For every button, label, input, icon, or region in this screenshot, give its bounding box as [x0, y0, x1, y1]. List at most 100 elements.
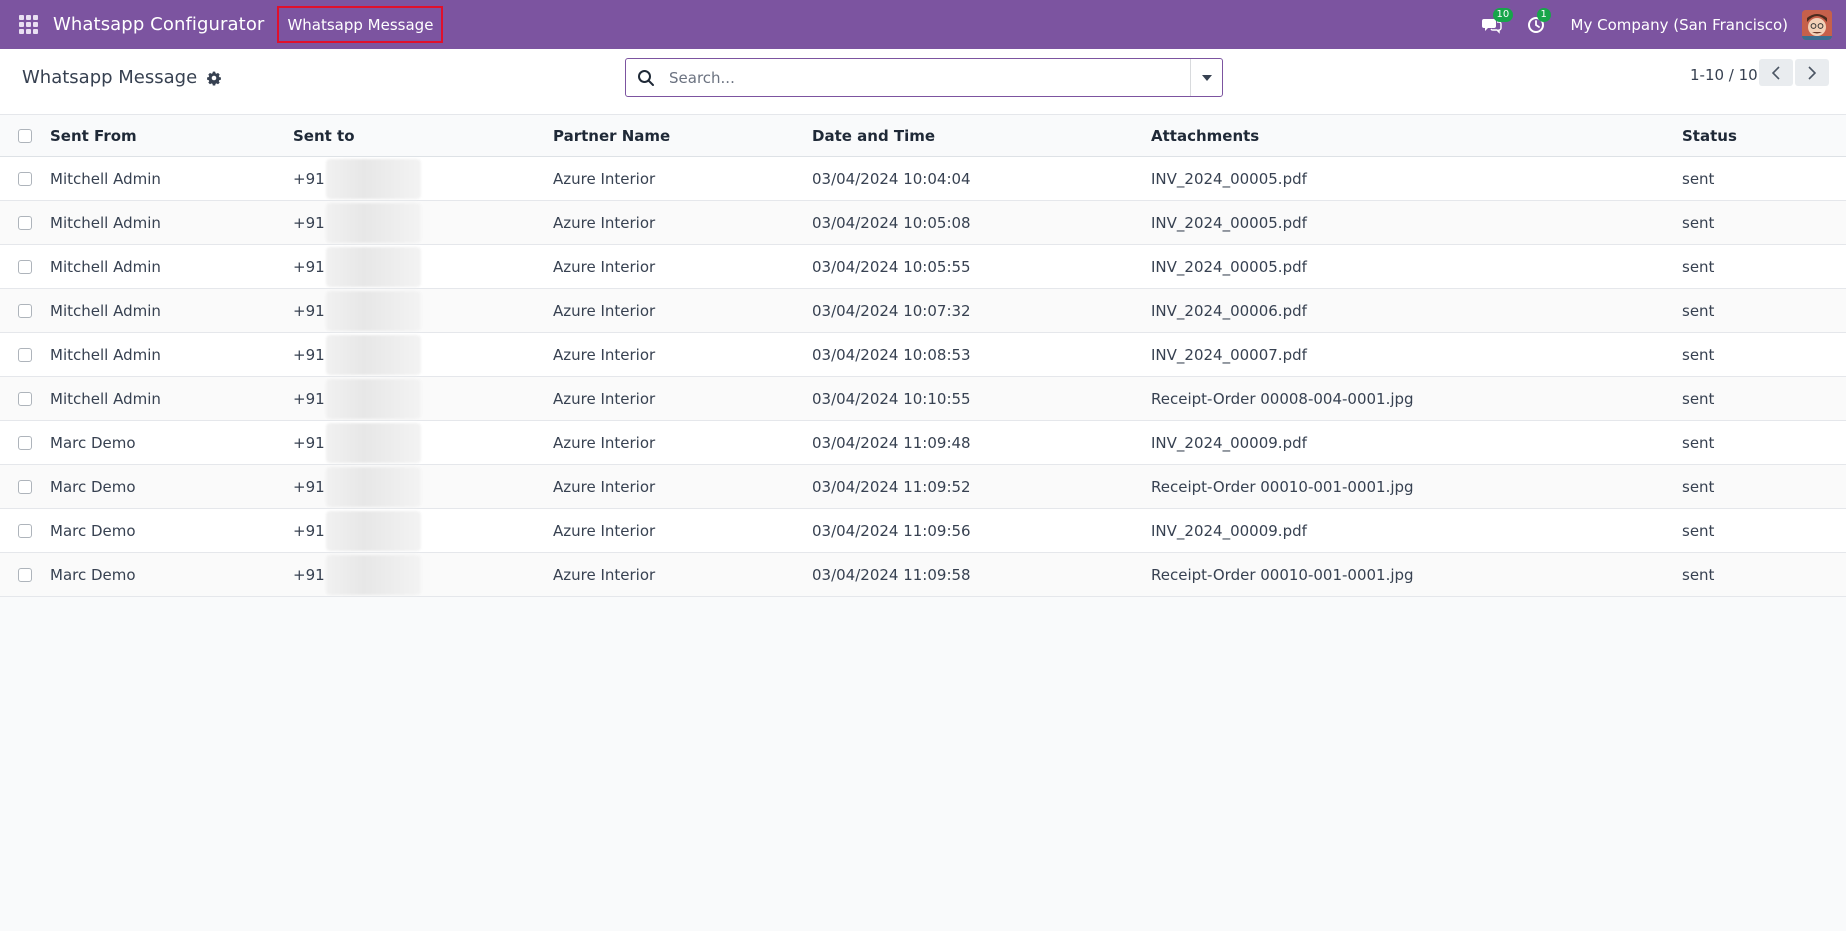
search-options-toggle[interactable] — [1190, 59, 1222, 96]
cell-sent-from: Marc Demo — [50, 565, 136, 584]
table-row[interactable]: Marc Demo +91 Azure Interior 03/04/2024 11:… — [0, 553, 1846, 597]
pager-value[interactable]: 1-10 / 10 — [1690, 66, 1758, 84]
cell-status: sent — [1682, 345, 1715, 364]
cell-sent-to: +91 — [293, 553, 421, 596]
cell-sent-from: Mitchell Admin — [50, 213, 161, 232]
redacted-number — [325, 290, 421, 331]
cell-sent-to: +91 — [293, 421, 421, 464]
cell-attachment: INV_2024_00005.pdf — [1151, 169, 1307, 188]
app-title[interactable]: Whatsapp Configurator — [53, 14, 264, 35]
cell-sent-from: Marc Demo — [50, 433, 136, 452]
select-all-checkbox[interactable] — [18, 128, 32, 143]
row-checkbox[interactable] — [18, 479, 32, 494]
cell-partner-name: Azure Interior — [553, 565, 656, 584]
search-icon — [638, 69, 654, 86]
cell-date-time: 03/04/2024 10:05:55 — [812, 257, 971, 276]
cell-sent-from: Marc Demo — [50, 477, 136, 496]
cell-status: sent — [1682, 213, 1715, 232]
table-row[interactable]: Mitchell Admin +91 Azure Interior 03/04/202… — [0, 245, 1846, 289]
redacted-number — [325, 158, 421, 199]
column-header-sent-to[interactable]: Sent to — [293, 115, 355, 156]
table-row[interactable]: Mitchell Admin +91 Azure Interior 03/04/202… — [0, 289, 1846, 333]
phone-prefix: +91 — [293, 257, 325, 276]
cell-partner-name: Azure Interior — [553, 521, 656, 540]
pager-next-button[interactable] — [1795, 59, 1829, 86]
cell-sent-to: +91 — [293, 333, 421, 376]
breadcrumb: Whatsapp Message — [22, 67, 222, 88]
row-checkbox[interactable] — [18, 567, 32, 582]
cell-partner-name: Azure Interior — [553, 169, 656, 188]
search-input[interactable] — [667, 62, 1190, 93]
cell-attachment: INV_2024_00009.pdf — [1151, 521, 1307, 540]
apps-menu-icon[interactable] — [19, 14, 39, 35]
phone-prefix: +91 — [293, 389, 325, 408]
row-checkbox[interactable] — [18, 391, 32, 406]
cell-date-time: 03/04/2024 10:08:53 — [812, 345, 971, 364]
redacted-number — [325, 202, 421, 243]
redacted-number — [325, 466, 421, 507]
row-checkbox[interactable] — [18, 523, 32, 538]
column-header-partner-name[interactable]: Partner Name — [553, 115, 670, 156]
table-row[interactable]: Marc Demo +91 Azure Interior 03/04/2024 11:… — [0, 465, 1846, 509]
table-row[interactable]: Mitchell Admin +91 Azure Interior 03/04/202… — [0, 333, 1846, 377]
table-row[interactable]: Mitchell Admin +91 Azure Interior 03/04/202… — [0, 157, 1846, 201]
table-row[interactable]: Marc Demo +91 Azure Interior 03/04/2024 11:… — [0, 421, 1846, 465]
page-title: Whatsapp Message — [22, 67, 198, 88]
user-avatar[interactable] — [1802, 9, 1832, 40]
table-body: Mitchell Admin +91 Azure Interior 03/04/202… — [0, 157, 1846, 597]
table-row[interactable]: Mitchell Admin +91 Azure Interior 03/04/202… — [0, 377, 1846, 421]
row-checkbox[interactable] — [18, 303, 32, 318]
cell-sent-from: Marc Demo — [50, 521, 136, 540]
cell-sent-from: Mitchell Admin — [50, 389, 161, 408]
column-header-sent-from[interactable]: Sent From — [50, 115, 137, 156]
cell-date-time: 03/04/2024 11:09:52 — [812, 477, 971, 496]
column-header-date-time[interactable]: Date and Time — [812, 115, 935, 156]
cell-attachment: Receipt-Order 00010-001-0001.jpg — [1151, 477, 1414, 496]
cell-status: sent — [1682, 521, 1715, 540]
pager-previous-button[interactable] — [1759, 59, 1793, 86]
table-header: Sent From Sent to Partner Name Date and … — [0, 115, 1846, 157]
phone-prefix: +91 — [293, 213, 325, 232]
control-panel: Whatsapp Message 1-10 / 10 — [0, 49, 1846, 115]
cell-sent-to: +91 — [293, 157, 421, 200]
chevron-left-icon — [1772, 65, 1780, 80]
row-checkbox[interactable] — [18, 171, 32, 186]
redacted-number — [325, 510, 421, 551]
cell-date-time: 03/04/2024 10:07:32 — [812, 301, 971, 320]
cell-sent-from: Mitchell Admin — [50, 301, 161, 320]
redacted-number — [325, 246, 421, 287]
cell-sent-to: +91 — [293, 465, 421, 508]
phone-prefix: +91 — [293, 521, 325, 540]
messages-systray[interactable]: 10 — [1479, 7, 1514, 38]
cell-status: sent — [1682, 389, 1715, 408]
caret-down-icon — [1201, 74, 1212, 81]
redacted-number — [325, 422, 421, 463]
cell-date-time: 03/04/2024 10:04:04 — [812, 169, 971, 188]
phone-prefix: +91 — [293, 565, 325, 584]
search-bar — [625, 58, 1223, 97]
phone-prefix: +91 — [293, 433, 325, 452]
activities-count-badge: 1 — [1536, 7, 1551, 22]
table-row[interactable]: Mitchell Admin +91 Azure Interior 03/04/202… — [0, 201, 1846, 245]
menu-item-whatsapp-message[interactable]: Whatsapp Message — [277, 6, 444, 43]
redacted-number — [325, 554, 421, 595]
systray: 10 1 My Company (San Francisco) — [1479, 0, 1846, 49]
cell-status: sent — [1682, 301, 1715, 320]
row-checkbox[interactable] — [18, 347, 32, 362]
cell-sent-to: +91 — [293, 377, 421, 420]
cell-attachment: INV_2024_00007.pdf — [1151, 345, 1307, 364]
cell-attachment: INV_2024_00005.pdf — [1151, 213, 1307, 232]
row-checkbox[interactable] — [18, 259, 32, 274]
row-checkbox[interactable] — [18, 215, 32, 230]
menu-item-label: Whatsapp Message — [287, 15, 434, 34]
row-checkbox[interactable] — [18, 435, 32, 450]
phone-prefix: +91 — [293, 477, 325, 496]
table-row[interactable]: Marc Demo +91 Azure Interior 03/04/2024 11:… — [0, 509, 1846, 553]
avatar-face-icon — [1802, 9, 1832, 40]
column-header-status[interactable]: Status — [1682, 115, 1737, 156]
gear-icon[interactable] — [206, 70, 222, 86]
cell-attachment: INV_2024_00005.pdf — [1151, 257, 1307, 276]
company-switcher[interactable]: My Company (San Francisco) — [1571, 16, 1788, 34]
column-header-attachments[interactable]: Attachments — [1151, 115, 1259, 156]
activities-systray[interactable]: 1 — [1523, 7, 1551, 38]
